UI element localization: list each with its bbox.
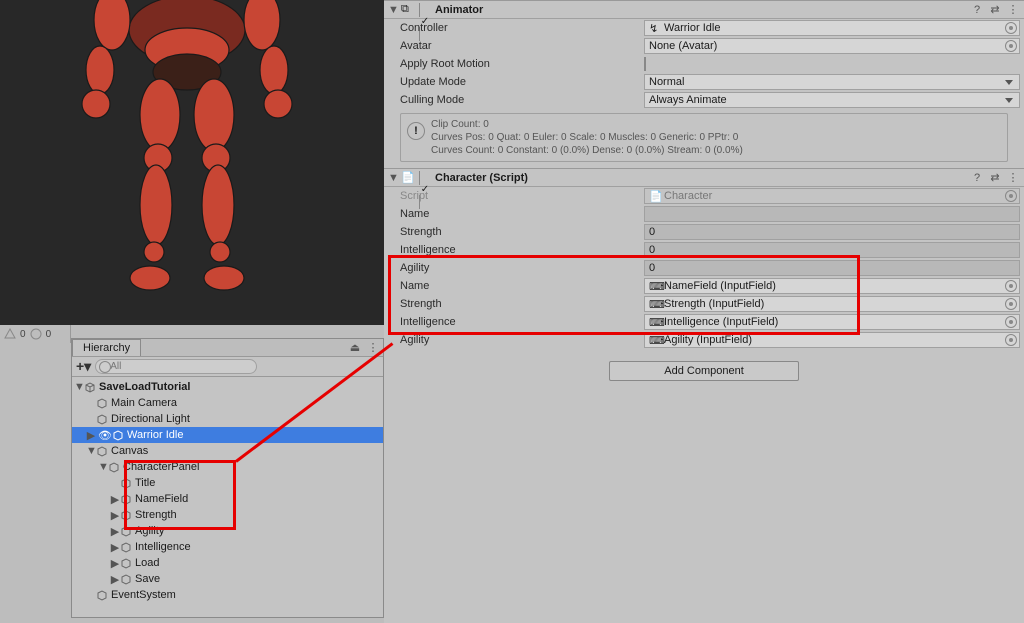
hierarchy-item-warrior-idle[interactable]: ▶👁Warrior Idle (72, 427, 383, 443)
object-picker-icon[interactable] (1005, 280, 1017, 292)
component-character: ▼ 📄 Character (Script) ? ⇄ ⋮ Script 📄Cha… (384, 168, 1024, 349)
component-animator: ▼ ⧉ Animator ? ⇄ ⋮ Controller ↯Warrior I… (384, 0, 1024, 162)
culling-mode-dropdown[interactable]: Always Animate (644, 92, 1020, 108)
object-picker-icon[interactable] (1005, 40, 1017, 52)
foldout-icon[interactable]: ▼ (388, 172, 397, 184)
object-picker-icon[interactable] (1005, 334, 1017, 346)
agility-input[interactable]: 0 (644, 260, 1020, 276)
controller-label: Controller (400, 22, 644, 34)
component-header-character[interactable]: ▼ 📄 Character (Script) ? ⇄ ⋮ (384, 169, 1024, 187)
error-count: 0 (46, 329, 52, 340)
strength-label: Strength (400, 226, 644, 238)
status-bar: 0 0 (0, 325, 71, 343)
avatar-field[interactable]: None (Avatar) (644, 38, 1020, 54)
update-mode-label: Update Mode (400, 76, 644, 88)
context-menu-icon[interactable]: ⋮ (1006, 3, 1020, 17)
enable-checkbox[interactable] (419, 4, 431, 16)
strength-input[interactable]: 0 (644, 224, 1020, 240)
add-component-button[interactable]: Add Component (609, 361, 799, 381)
agility-label: Agility (400, 262, 644, 274)
tab-hierarchy[interactable]: Hierarchy (72, 339, 141, 356)
hierarchy-item-intelligence[interactable]: ▶Intelligence (72, 539, 383, 555)
script-label: Script (400, 190, 644, 202)
scene-row[interactable]: ▼ SaveLoadTutorial (72, 379, 383, 395)
animator-icon: ⧉ (401, 3, 415, 17)
warning-count: 0 (20, 329, 26, 340)
hierarchy-item-event-system[interactable]: EventSystem (72, 587, 383, 603)
culling-mode-label: Culling Mode (400, 94, 644, 106)
ui-name-label: Name (400, 280, 644, 292)
script-icon: 📄 (401, 171, 415, 185)
warning-icon (4, 328, 16, 340)
object-picker-icon[interactable] (1005, 298, 1017, 310)
apply-root-motion-label: Apply Root Motion (400, 58, 644, 70)
hierarchy-item-agility[interactable]: ▶Agility (72, 523, 383, 539)
hierarchy-item-name-field[interactable]: ▶NameField (72, 491, 383, 507)
inspector-panel: ▼ ⧉ Animator ? ⇄ ⋮ Controller ↯Warrior I… (384, 0, 1024, 623)
ui-intelligence-label: Intelligence (400, 316, 644, 328)
avatar-label: Avatar (400, 40, 644, 52)
ui-agility-label: Agility (400, 334, 644, 346)
error-icon (30, 328, 42, 340)
object-picker-icon (1005, 190, 1017, 202)
panel-menu-icon[interactable]: ⋮ (365, 340, 381, 356)
apply-root-motion-checkbox[interactable] (644, 57, 646, 71)
ui-name-field[interactable]: ⌨NameField (InputField) (644, 278, 1020, 294)
help-icon[interactable]: ? (970, 3, 984, 17)
hierarchy-panel: Hierarchy ⏏ ⋮ +▾ ▼ SaveLoadTutorial Main… (71, 338, 384, 618)
hierarchy-search[interactable] (95, 359, 379, 374)
hierarchy-item-save[interactable]: ▶Save (72, 571, 383, 587)
enable-checkbox[interactable] (419, 172, 431, 184)
object-picker-icon[interactable] (1005, 316, 1017, 328)
hierarchy-item-load[interactable]: ▶Load (72, 555, 383, 571)
ui-strength-label: Strength (400, 298, 644, 310)
component-header-animator[interactable]: ▼ ⧉ Animator ? ⇄ ⋮ (384, 1, 1024, 19)
scene-viewport[interactable] (0, 0, 384, 325)
script-field: 📄Character (644, 188, 1020, 204)
foldout-icon[interactable]: ▼ (388, 4, 397, 16)
animator-info-box: ! Clip Count: 0 Curves Pos: 0 Quat: 0 Eu… (400, 113, 1008, 162)
controller-field[interactable]: ↯Warrior Idle (644, 20, 1020, 36)
ui-intelligence-field[interactable]: ⌨Intelligence (InputField) (644, 314, 1020, 330)
hierarchy-item-strength[interactable]: ▶Strength (72, 507, 383, 523)
info-icon: ! (407, 122, 425, 140)
intelligence-input[interactable]: 0 (644, 242, 1020, 258)
help-icon[interactable]: ? (970, 171, 984, 185)
update-mode-dropdown[interactable]: Normal (644, 74, 1020, 90)
ui-strength-field[interactable]: ⌨Strength (InputField) (644, 296, 1020, 312)
name-label: Name (400, 208, 644, 220)
intelligence-label: Intelligence (400, 244, 644, 256)
create-dropdown[interactable]: +▾ (76, 358, 91, 375)
hierarchy-item-main-camera[interactable]: Main Camera (72, 395, 383, 411)
context-menu-icon[interactable]: ⋮ (1006, 171, 1020, 185)
ui-agility-field[interactable]: ⌨Agility (InputField) (644, 332, 1020, 348)
hierarchy-item-title[interactable]: Title (72, 475, 383, 491)
hierarchy-item-directional-light[interactable]: Directional Light (72, 411, 383, 427)
preset-icon[interactable]: ⇄ (988, 171, 1002, 185)
hierarchy-item-canvas[interactable]: ▼Canvas (72, 443, 383, 459)
name-input[interactable] (644, 206, 1020, 222)
hierarchy-tree: ▼ SaveLoadTutorial Main Camera Direction… (72, 377, 383, 605)
preset-icon[interactable]: ⇄ (988, 3, 1002, 17)
hierarchy-item-character-panel[interactable]: ▼CharacterPanel (72, 459, 383, 475)
object-picker-icon[interactable] (1005, 22, 1017, 34)
panel-lock-icon[interactable]: ⏏ (347, 340, 363, 356)
